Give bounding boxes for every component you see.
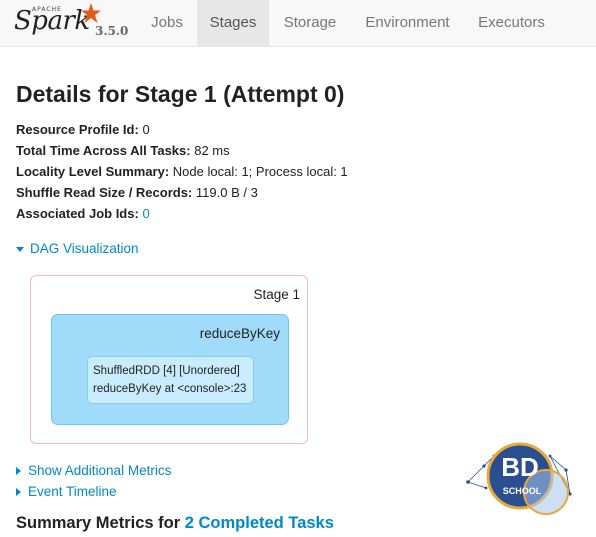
detail-label: Locality Level Summary: — [16, 164, 170, 179]
spark-version: 3.5.0 — [95, 24, 129, 38]
tab-jobs[interactable]: Jobs — [137, 0, 197, 46]
caret-right-icon — [16, 467, 21, 476]
detail-resource-profile: Resource Profile Id: 0 — [16, 122, 150, 137]
detail-value: 82 ms — [194, 143, 230, 158]
logo-text-school: SCHOOL — [503, 486, 542, 496]
completed-tasks-link[interactable]: 2 Completed Tasks — [185, 514, 334, 532]
detail-associated-jobs: Associated Job Ids: 0 — [16, 206, 150, 221]
detail-value: 119.0 B / 3 — [195, 185, 258, 200]
bd-school-logo: BD SCHOOL — [466, 442, 572, 515]
tab-storage[interactable]: Storage — [269, 0, 351, 46]
detail-label: Shuffle Read Size / Records: — [16, 185, 193, 200]
additional-metrics-label: Show Additional Metrics — [28, 463, 172, 478]
summary-metrics-heading: Summary Metrics for 2 Completed Tasks — [16, 514, 334, 533]
summary-prefix: Summary Metrics for — [16, 514, 185, 532]
tab-stages[interactable]: Stages — [197, 0, 269, 46]
dag-cluster-box[interactable]: reduceByKey ShuffledRDD [4] [Unordered] … — [51, 314, 289, 425]
dag-stage-box[interactable]: Stage 1 reduceByKey ShuffledRDD [4] [Uno… — [30, 275, 308, 444]
page-title: Details for Stage 1 (Attempt 0) — [16, 81, 345, 107]
dag-toggle-label: DAG Visualization — [30, 241, 139, 256]
dag-node-line: reduceByKey at <console>:23 — [93, 383, 247, 395]
detail-label: Associated Job Ids: — [16, 206, 139, 221]
dag-stage-label: Stage 1 — [253, 287, 300, 302]
event-timeline-toggle[interactable]: Event Timeline — [16, 484, 117, 499]
detail-value: 0 — [142, 122, 150, 137]
tab-environment[interactable]: Environment — [351, 0, 464, 46]
detail-shuffle-read: Shuffle Read Size / Records: 119.0 B / 3 — [16, 185, 258, 200]
dag-visualization-toggle[interactable]: DAG Visualization — [16, 241, 139, 256]
detail-locality-summary: Locality Level Summary: Node local: 1; P… — [16, 164, 348, 179]
dag-rdd-node[interactable]: ShuffledRDD [4] [Unordered] reduceByKey … — [87, 356, 254, 404]
dag-node-line: ShuffledRDD [4] [Unordered] — [93, 365, 240, 377]
spark-star-icon — [81, 3, 101, 23]
additional-metrics-toggle[interactable]: Show Additional Metrics — [16, 463, 171, 478]
detail-value: Node local: 1; Process local: 1 — [172, 164, 348, 179]
detail-label: Resource Profile Id: — [16, 122, 139, 137]
detail-total-time: Total Time Across All Tasks: 82 ms — [16, 143, 230, 158]
caret-down-icon — [16, 246, 24, 252]
top-navbar: APACHE Spark 3.5.0 Jobs Stages Storage E… — [0, 0, 596, 47]
detail-label: Total Time Across All Tasks: — [16, 143, 191, 158]
tab-executors[interactable]: Executors — [464, 0, 559, 46]
dag-cluster-label: reduceByKey — [199, 326, 280, 341]
caret-right-icon — [16, 488, 21, 497]
event-timeline-label: Event Timeline — [28, 484, 117, 499]
spark-logo[interactable]: APACHE Spark 3.5.0 — [14, 2, 134, 42]
brand-name: Spark — [14, 6, 90, 36]
job-id-link[interactable]: 0 — [142, 206, 149, 221]
logo-text-bd: BD — [501, 452, 539, 482]
